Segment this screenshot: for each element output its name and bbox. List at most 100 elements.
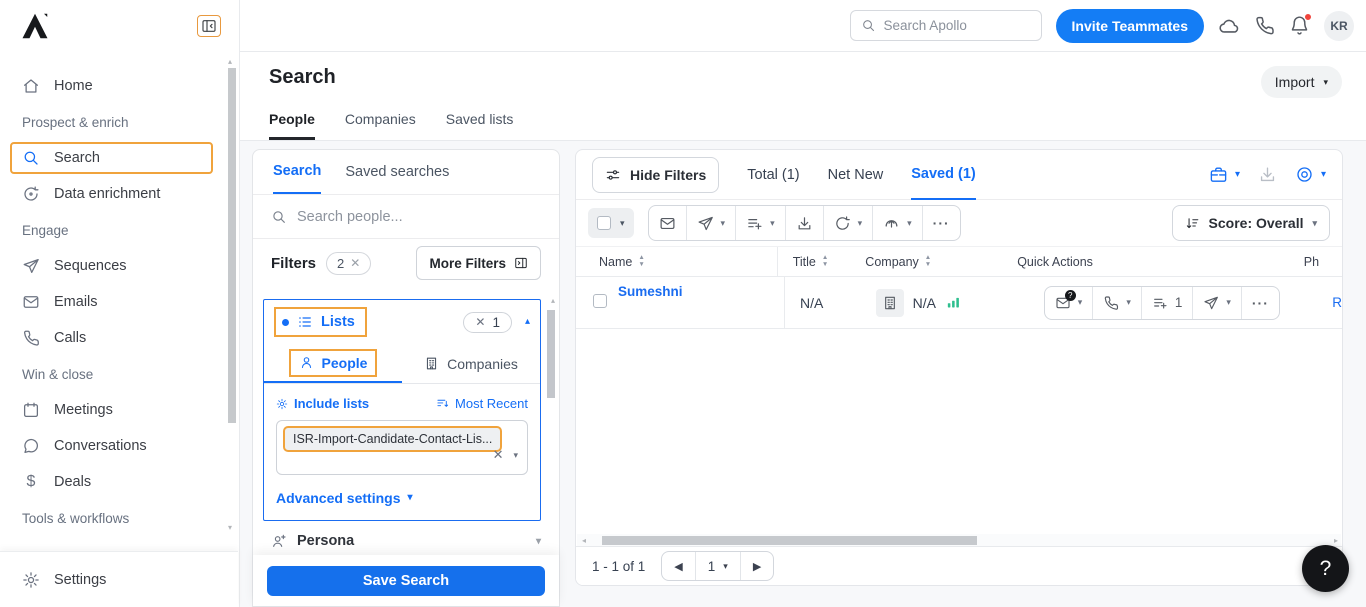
help-button[interactable]: ? — [1302, 545, 1349, 592]
sequence-button[interactable]: ▾ — [1192, 287, 1241, 319]
selected-list-chip[interactable]: ISR-Import-Candidate-Contact-Lis... — [285, 428, 500, 450]
push-to-crm-button[interactable]: ▾ — [872, 206, 922, 240]
clear-lists-icon[interactable]: ✕ — [475, 315, 485, 329]
hscroll-thumb[interactable] — [602, 536, 977, 545]
gear-icon — [22, 571, 40, 589]
sort-arrows-icon[interactable]: ▲▼ — [925, 255, 931, 269]
lists-tab-companies[interactable]: Companies — [402, 344, 540, 383]
chevron-down-icon[interactable]: ▾ — [513, 451, 518, 460]
select-all-control[interactable]: ▾ — [588, 208, 634, 238]
export-download-icon[interactable] — [1258, 165, 1277, 184]
calendar-icon — [22, 401, 40, 419]
page-select[interactable]: 1 ▾ — [695, 552, 740, 580]
dialer-phone-icon[interactable] — [1254, 15, 1275, 36]
envelope-icon — [22, 293, 40, 311]
sidebar-item-sequences[interactable]: Sequences — [0, 248, 239, 284]
tab-saved-lists[interactable]: Saved lists — [446, 111, 514, 140]
bulk-actions-toolbar: ▾ ▾ ▾ ▾ ··· — [648, 205, 961, 241]
column-header-title[interactable]: Title ▲▼ — [778, 255, 866, 269]
filters-tab-saved-searches[interactable]: Saved searches — [345, 150, 449, 194]
filters-tab-search[interactable]: Search — [273, 150, 321, 194]
sequence-action-button[interactable]: ▾ — [686, 206, 736, 240]
sidebar-item-settings[interactable]: Settings — [0, 562, 238, 598]
call-button[interactable]: ▾ — [1092, 287, 1141, 319]
sidebar-item-meetings[interactable]: Meetings — [0, 392, 239, 428]
lists-count-pill[interactable]: ✕ 1 — [463, 312, 512, 333]
filters-scrollbar[interactable] — [547, 310, 555, 398]
sidebar-item-home[interactable]: Home — [0, 68, 239, 104]
global-search[interactable] — [850, 10, 1042, 41]
sort-most-recent[interactable]: Most Recent — [436, 396, 528, 411]
workspace-briefcase-icon[interactable]: ▾ — [1209, 165, 1240, 184]
topbar: Invite Teammates KR — [240, 0, 1366, 52]
save-search-button[interactable]: Save Search — [267, 566, 545, 596]
scroll-left-icon[interactable]: ◂ — [577, 536, 591, 545]
results-tab-total[interactable]: Total (1) — [747, 150, 799, 200]
row-quick-actions: ? ▾ ▾ 1 ▾ ··· — [1044, 286, 1280, 320]
company-placeholder-icon[interactable] — [876, 289, 904, 317]
persona-filter-toggle[interactable]: Persona ▾ — [271, 533, 541, 549]
sidebar-item-calls[interactable]: Calls — [0, 320, 239, 356]
sidebar-item-label: Emails — [54, 294, 98, 310]
next-page-button[interactable]: ▶ — [740, 552, 773, 580]
tab-people[interactable]: People — [269, 111, 315, 140]
more-actions-button[interactable]: ··· — [1241, 287, 1279, 319]
score-sort-button[interactable]: Score: Overall ▾ — [1172, 205, 1330, 241]
hide-filters-button[interactable]: Hide Filters — [592, 157, 719, 193]
sidebar-item-data-enrichment[interactable]: Data enrichment — [0, 176, 239, 212]
scroll-right-icon[interactable]: ▸ — [1334, 536, 1338, 545]
scroll-up-icon[interactable]: ▴ — [551, 297, 555, 305]
more-filters-button[interactable]: More Filters — [416, 246, 541, 280]
sidebar-scrollbar[interactable] — [228, 68, 236, 423]
collapse-filter-icon[interactable]: ▴ — [525, 317, 530, 327]
sliders-icon — [605, 167, 621, 183]
collapse-sidebar-icon[interactable] — [197, 15, 221, 37]
people-search-input[interactable] — [297, 209, 541, 225]
question-badge-icon: ? — [1065, 290, 1076, 301]
clear-filters-icon[interactable]: ✕ — [350, 256, 360, 270]
advanced-settings-toggle[interactable]: Advanced settings ▾ — [276, 490, 528, 506]
more-actions-button[interactable]: ··· — [922, 206, 960, 240]
sidebar-item-label: Deals — [54, 474, 91, 490]
row-checkbox[interactable] — [593, 294, 607, 308]
contact-name-link[interactable]: Sumeshni — [618, 277, 683, 299]
request-phone-link[interactable]: R — [1332, 277, 1342, 328]
column-header-name[interactable]: Name ▲▼ — [576, 247, 778, 276]
import-button[interactable]: Import ▾ — [1261, 66, 1342, 98]
notifications-bell-icon[interactable] — [1289, 15, 1310, 36]
sidebar-item-deals[interactable]: $ Deals — [0, 464, 239, 500]
sort-arrows-icon[interactable]: ▲▼ — [822, 255, 828, 269]
scroll-up-icon[interactable]: ▴ — [228, 58, 232, 66]
email-unavailable-button[interactable]: ? ▾ — [1045, 287, 1093, 319]
results-tab-saved[interactable]: Saved (1) — [911, 150, 975, 200]
clear-selection-icon[interactable]: ✕ — [493, 447, 504, 463]
user-avatar[interactable]: KR — [1324, 11, 1354, 41]
sort-arrows-icon[interactable]: ▲▼ — [638, 255, 644, 269]
add-to-list-button[interactable]: ▾ — [735, 206, 785, 240]
filters-count-pill[interactable]: 2 ✕ — [326, 252, 371, 275]
scroll-down-icon[interactable]: ▾ — [228, 524, 232, 532]
view-target-icon[interactable]: ▾ — [1295, 165, 1326, 184]
lists-tab-people[interactable]: People — [264, 344, 402, 383]
lists-count-button[interactable]: 1 — [1141, 287, 1193, 319]
select-all-checkbox[interactable] — [597, 216, 611, 230]
prev-page-button[interactable]: ◀ — [662, 552, 694, 580]
include-lists-input[interactable]: ISR-Import-Candidate-Contact-Lis... ✕ ▾ — [276, 420, 528, 475]
global-search-input[interactable] — [884, 18, 1014, 33]
sidebar-item-label: Sequences — [54, 258, 127, 274]
sidebar-item-emails[interactable]: Emails — [0, 284, 239, 320]
whats-new-icon[interactable] — [1218, 15, 1240, 37]
sidebar-item-conversations[interactable]: Conversations — [0, 428, 239, 464]
invite-teammates-button[interactable]: Invite Teammates — [1056, 9, 1204, 43]
download-button[interactable] — [785, 206, 823, 240]
chevron-down-icon: ▾ — [1323, 78, 1328, 87]
lists-filter-toggle[interactable]: Lists — [274, 307, 367, 337]
refresh-button[interactable]: ▾ — [823, 206, 873, 240]
column-header-company[interactable]: Company ▲▼ — [865, 255, 1017, 269]
email-action-button[interactable] — [649, 206, 686, 240]
column-header-phone[interactable]: Ph — [1304, 255, 1342, 269]
sidebar-item-search[interactable]: Search — [10, 142, 213, 174]
results-tab-net-new[interactable]: Net New — [828, 150, 884, 200]
tab-companies[interactable]: Companies — [345, 111, 416, 140]
people-search[interactable] — [253, 195, 559, 239]
